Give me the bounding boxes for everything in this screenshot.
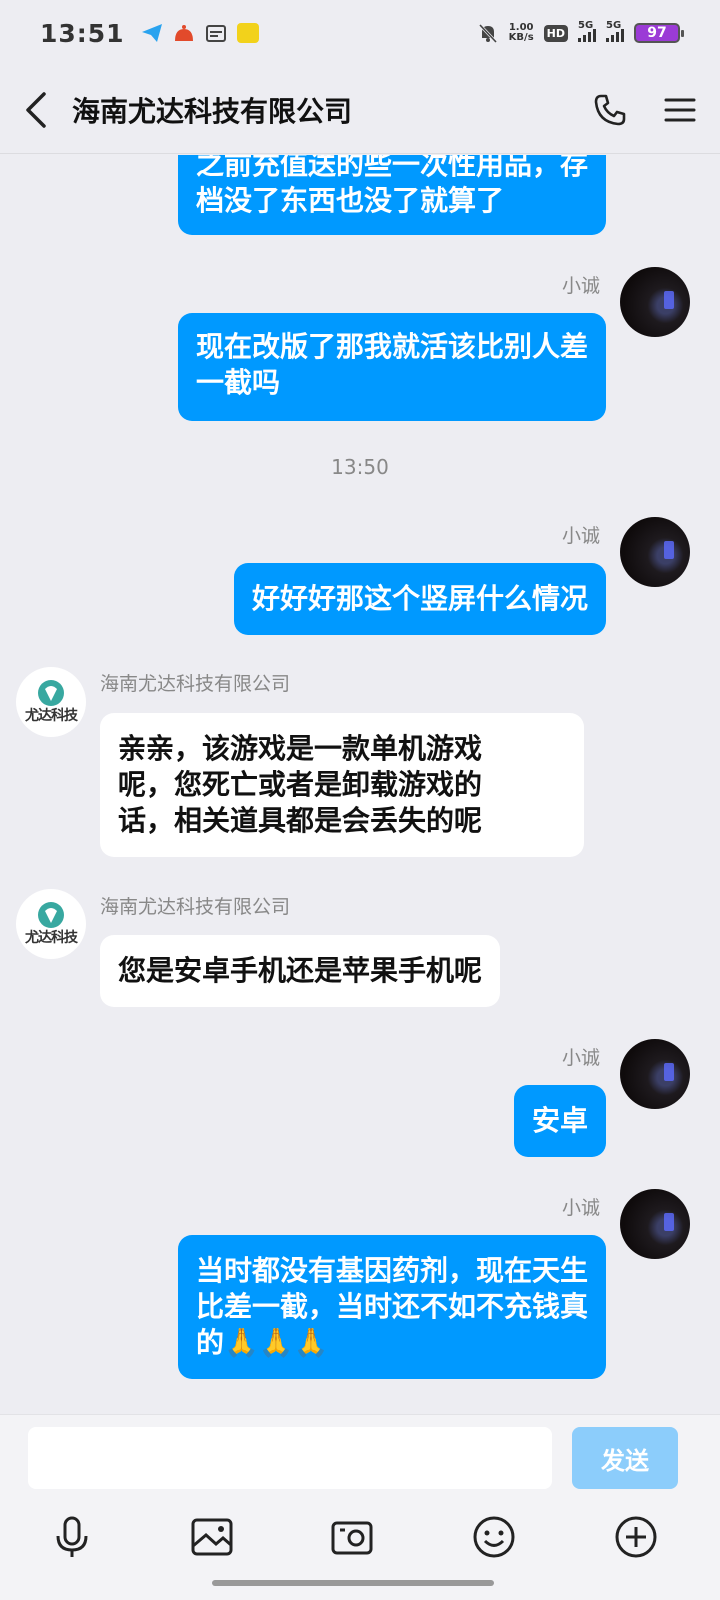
message-list[interactable]: 之前充值送的些一次性用品，存 档没了东西也没了就算了 小诚 现在改版了那我就活该… — [0, 155, 720, 1413]
user-avatar[interactable] — [620, 267, 690, 337]
signal-sim2-label: 5G — [606, 20, 622, 31]
message-text: 一截吗 — [195, 366, 280, 399]
message-text: 好好好那这个竖屏什么情况 — [251, 582, 588, 615]
company-logo-text: 尤达科技 — [25, 708, 78, 724]
plus-icon[interactable] — [612, 1513, 660, 1561]
message-text: 档没了东西也没了就算了 — [195, 184, 504, 217]
message-text: 之前充值送的些一次性用品，存 — [195, 155, 588, 181]
input-toolbar — [0, 1513, 720, 1573]
home-indicator[interactable] — [212, 1580, 494, 1586]
net-speed-unit: KB/s — [508, 32, 534, 43]
company-logo-icon — [38, 680, 64, 706]
emoji-icon[interactable] — [470, 1513, 518, 1561]
phone-icon[interactable] — [592, 92, 628, 128]
battery-icon: 97 — [634, 23, 684, 43]
company-logo-text: 尤达科技 — [25, 930, 78, 946]
message-text: 当时都没有基因药剂，现在天生 — [195, 1254, 588, 1287]
message-text: 比差一截，当时还不如不充钱真 — [195, 1290, 588, 1323]
message-text: 您是安卓手机还是苹果手机呢 — [118, 954, 483, 987]
status-time: 13:51 — [40, 18, 125, 48]
image-icon[interactable] — [188, 1513, 236, 1561]
signal-sim1: 5G — [578, 20, 596, 42]
paper-plane-icon — [141, 24, 162, 42]
user-avatar[interactable] — [620, 1189, 690, 1259]
message-text: 现在改版了那我就活该比别人差 — [195, 330, 588, 363]
back-arrow-icon[interactable] — [22, 90, 50, 130]
message-bubble-outgoing[interactable]: 好好好那这个竖屏什么情况 — [233, 563, 606, 635]
company-avatar[interactable]: 尤达科技 — [16, 889, 86, 959]
camera-icon[interactable] — [328, 1513, 376, 1561]
message-bubble-outgoing[interactable]: 现在改版了那我就活该比别人差 一截吗 — [177, 313, 606, 421]
message-text: 的🙏🙏🙏 — [195, 1326, 329, 1359]
menu-icon[interactable] — [662, 92, 698, 128]
status-indicators: 1.00 KB/s HD 5G 5G 97 — [477, 20, 684, 44]
message-input[interactable] — [28, 1427, 552, 1489]
chat-screen: 13:51 1.00 KB/s HD 5G 5G 97 海南尤达科技有限公司 之… — [0, 0, 720, 1600]
sender-name: 小诚 — [561, 1047, 600, 1069]
chat-header: 海南尤达科技有限公司 — [0, 66, 720, 154]
user-avatar[interactable] — [620, 517, 690, 587]
message-bubble-incoming[interactable]: 亲亲，该游戏是一款单机游戏 呢，您死亡或者是卸载游戏的 话，相关道具都是会丢失的… — [100, 713, 584, 857]
message-bubble-outgoing[interactable]: 安卓 — [513, 1085, 606, 1157]
message-bubble-outgoing[interactable]: 之前充值送的些一次性用品，存 档没了东西也没了就算了 — [177, 155, 606, 235]
status-bar: 13:51 1.00 KB/s HD 5G 5G 97 — [0, 0, 720, 66]
signal-sim1-label: 5G — [578, 20, 594, 31]
sender-name: 海南尤达科技有限公司 — [100, 673, 291, 695]
company-avatar[interactable]: 尤达科技 — [16, 667, 86, 737]
sender-name: 小诚 — [561, 525, 600, 547]
company-logo-icon — [38, 902, 64, 928]
message-text: 安卓 — [531, 1104, 588, 1137]
message-bubble-incoming[interactable]: 您是安卓手机还是苹果手机呢 — [100, 935, 501, 1007]
net-speed: 1.00 KB/s — [509, 23, 534, 43]
microphone-icon[interactable] — [48, 1513, 96, 1561]
header-actions — [592, 92, 698, 128]
message-bubble-outgoing[interactable]: 当时都没有基因药剂，现在天生 比差一截，当时还不如不充钱真 的🙏🙏🙏 — [177, 1235, 606, 1379]
mute-bell-icon — [478, 23, 497, 44]
message-text: 话，相关道具都是会丢失的呢 — [118, 804, 483, 837]
hd-badge: HD — [543, 24, 568, 42]
red-app-icon — [174, 25, 193, 41]
send-button[interactable]: 发送 — [572, 1427, 678, 1489]
calendar-icon — [205, 25, 226, 42]
notification-icons — [141, 23, 259, 43]
user-avatar[interactable] — [620, 1039, 690, 1109]
yellow-app-icon — [236, 23, 259, 43]
chat-title: 海南尤达科技有限公司 — [72, 94, 353, 128]
sender-name: 海南尤达科技有限公司 — [100, 896, 291, 918]
input-area: 发送 — [0, 1414, 720, 1600]
sender-name: 小诚 — [561, 275, 600, 297]
sender-name: 小诚 — [561, 1197, 600, 1219]
message-text: 亲亲，该游戏是一款单机游戏 — [118, 732, 483, 765]
signal-sim2: 5G — [606, 20, 624, 42]
battery-level: 97 — [647, 25, 667, 41]
time-divider: 13:50 — [331, 455, 389, 479]
message-text: 呢，您死亡或者是卸载游戏的 — [118, 768, 483, 801]
